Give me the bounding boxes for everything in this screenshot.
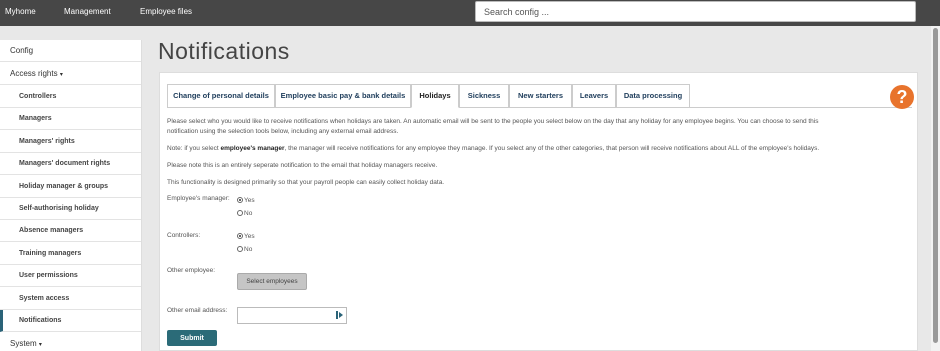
employee-manager-yes-radio[interactable] — [237, 197, 243, 203]
nav-management[interactable]: Management — [64, 0, 111, 24]
page-title: Notifications — [158, 38, 290, 64]
search-input[interactable] — [475, 1, 916, 22]
chevron-down-icon: ▾ — [59, 72, 63, 78]
tab-leavers[interactable]: Leavers — [572, 84, 616, 108]
submit-button[interactable]: Submit — [167, 330, 217, 346]
help-icon[interactable]: ? — [890, 85, 914, 109]
employee-manager-no-radio[interactable] — [237, 210, 243, 216]
nav-employee-files[interactable]: Employee files — [140, 0, 192, 24]
tab-holidays[interactable]: Holidays — [411, 84, 459, 108]
other-email-field[interactable] — [237, 307, 347, 324]
sidebar-item-absence-managers[interactable]: Absence managers — [0, 220, 141, 242]
nav-myhome[interactable]: Myhome — [5, 0, 36, 24]
note-post: , the manager will receive notifications… — [284, 145, 820, 152]
autofill-icon[interactable] — [336, 311, 343, 319]
functionality-text: This functionality is designed primarily… — [167, 179, 445, 186]
tab-employee-basic-pay[interactable]: Employee basic pay & bank details — [275, 84, 411, 108]
chevron-down-icon: ▾ — [38, 342, 42, 348]
sidebar-item-managers-document-rights[interactable]: Managers' document rights — [0, 153, 141, 175]
sidebar: Config Access rights ▾ Controllers Manag… — [0, 40, 142, 351]
sidebar-item-self-authorising-holiday[interactable]: Self-authorising holiday — [0, 198, 141, 220]
sidebar-item-controllers[interactable]: Controllers — [0, 86, 141, 108]
sidebar-item-user-permissions[interactable]: User permissions — [0, 265, 141, 287]
separate-notification-text: Please note this is an entirely seperate… — [167, 162, 438, 169]
scrollbar-thumb[interactable] — [933, 28, 938, 343]
sidebar-item-system-access[interactable]: System access — [0, 288, 141, 310]
tab-sickness[interactable]: Sickness — [459, 84, 509, 108]
intro-line-1: Please select who you would like to rece… — [167, 118, 819, 125]
sidebar-item-config[interactable]: Config — [0, 40, 141, 62]
select-employees-button[interactable]: Select employees — [237, 273, 307, 290]
sidebar-item-system[interactable]: System ▾ — [0, 333, 141, 351]
tab-change-of-personal-details[interactable]: Change of personal details — [167, 84, 275, 108]
sidebar-item-managers-rights[interactable]: Managers' rights — [0, 131, 141, 153]
sidebar-item-managers[interactable]: Managers — [0, 108, 141, 130]
controllers-no-label: No — [244, 246, 253, 253]
intro-text: Please select who you would like to rece… — [167, 117, 912, 137]
controllers-no-radio[interactable] — [237, 246, 243, 252]
sidebar-item-notifications[interactable]: Notifications — [0, 310, 141, 332]
sidebar-item-holiday-manager-groups[interactable]: Holiday manager & groups — [0, 176, 141, 198]
note-bold: employee's manager — [220, 145, 285, 152]
note-pre: Note: if you select — [167, 145, 221, 152]
sidebar-item-training-managers[interactable]: Training managers — [0, 243, 141, 265]
sidebar-item-access-rights[interactable]: Access rights ▾ — [0, 63, 141, 85]
intro-line-2: notification using the selection tools b… — [167, 128, 399, 135]
controllers-label: Controllers: — [167, 232, 201, 239]
note-text: Note: if you select employee's manager, … — [167, 144, 912, 154]
controllers-yes-radio[interactable] — [237, 233, 243, 239]
controllers-yes-label: Yes — [244, 233, 255, 240]
employee-manager-yes-label: Yes — [244, 197, 255, 204]
other-email-label: Other email address: — [167, 307, 228, 314]
employee-manager-no-label: No — [244, 210, 253, 217]
tab-data-processing[interactable]: Data processing — [616, 84, 690, 108]
tab-new-starters[interactable]: New starters — [509, 84, 572, 108]
employee-manager-label: Employee's manager: — [167, 195, 230, 202]
sidebar-item-label: Access rights — [10, 69, 58, 78]
other-employee-label: Other employee: — [167, 267, 216, 274]
sidebar-item-label: System — [10, 339, 37, 348]
